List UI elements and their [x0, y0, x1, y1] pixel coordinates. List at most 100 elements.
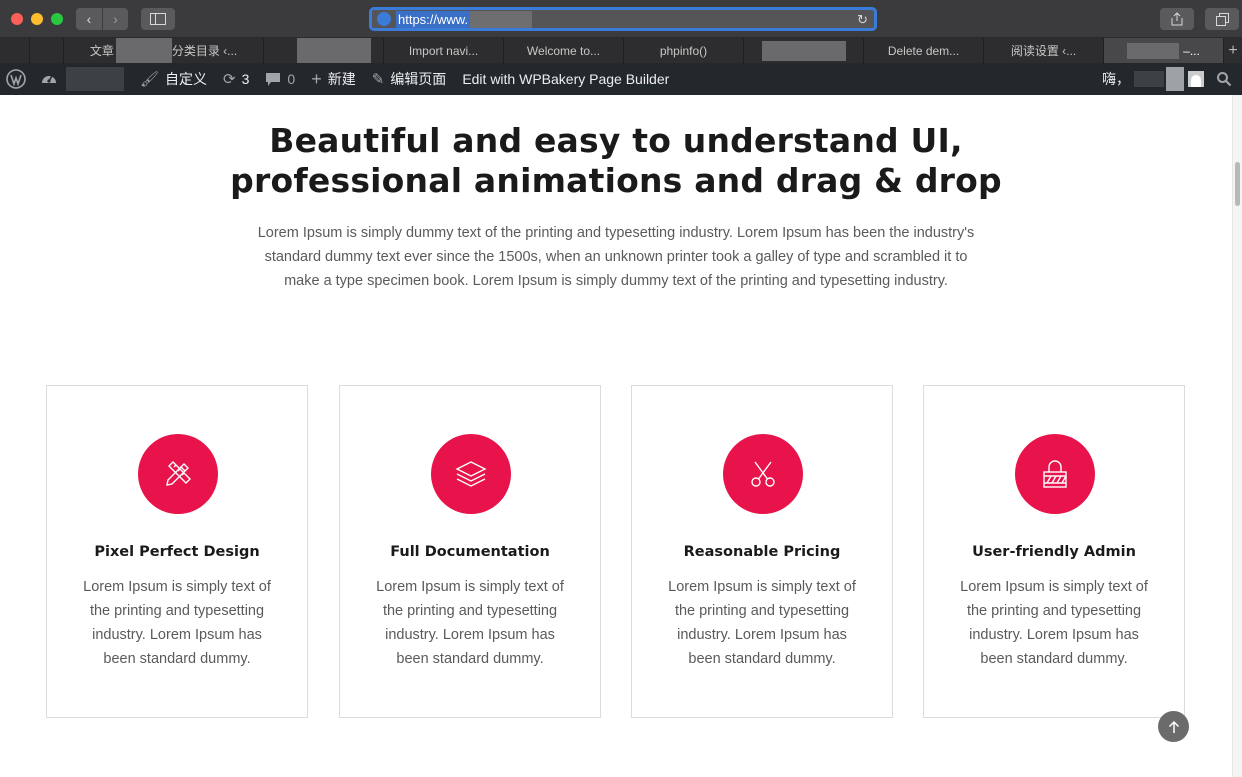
brush-icon: 🖌	[140, 71, 160, 88]
feature-description: Lorem Ipsum is simply text of the printi…	[960, 579, 1148, 667]
feature-card: User-friendly Admin Lorem Ipsum is simpl…	[923, 385, 1185, 718]
new-content-menu[interactable]: + 新建	[303, 63, 364, 95]
tab-label: phpinfo()	[659, 43, 708, 58]
tab[interactable]: 阅读设置 ‹...	[984, 38, 1104, 63]
tab[interactable]: phpinfo()	[624, 38, 744, 63]
new-tab-button[interactable]: +	[1224, 38, 1242, 63]
feature-card: Reasonable Pricing Lorem Ipsum is simply…	[631, 385, 893, 718]
back-to-top-button[interactable]	[1158, 711, 1189, 742]
show-tabs-button[interactable]	[1205, 8, 1239, 30]
feature-icon-circle	[431, 434, 511, 514]
back-button[interactable]: ‹	[76, 8, 102, 30]
tab[interactable]: Import navi...	[384, 38, 504, 63]
tab-label: 文章	[89, 44, 114, 58]
dashboard-icon	[42, 75, 56, 83]
wordpress-logo-icon	[6, 69, 26, 89]
feature-icon-circle	[138, 434, 218, 514]
tab[interactable]	[0, 38, 30, 63]
tab-label: Delete dem...	[887, 43, 960, 58]
reload-icon[interactable]: ↻	[857, 12, 868, 28]
wp-logo-menu[interactable]	[0, 63, 32, 95]
forward-button[interactable]: ›	[102, 8, 128, 30]
feature-title: User-friendly Admin	[972, 544, 1136, 560]
new-label: 新建	[327, 71, 356, 87]
url-text: https://www.	[396, 10, 471, 28]
search-button[interactable]	[1212, 63, 1242, 95]
plus-icon: +	[311, 68, 322, 89]
wpbakery-link[interactable]: Edit with WPBakery Page Builder	[454, 63, 677, 95]
feature-card: Full Documentation Lorem Ipsum is simply…	[339, 385, 601, 718]
customize-link[interactable]: 🖌 自定义	[132, 63, 215, 95]
minimize-window-button[interactable]	[31, 13, 43, 25]
tab-redacted	[296, 38, 371, 63]
dashboard-menu[interactable]	[32, 63, 132, 95]
chevron-left-icon: ‹	[86, 11, 92, 27]
sidebar-toggle-button[interactable]	[141, 8, 175, 30]
tab-redacted	[1127, 42, 1180, 59]
hero-title-line2: professional animations and drag & drop	[230, 161, 1002, 200]
updates-icon: ⟳	[223, 71, 236, 88]
edit-page-label: 编辑页面	[390, 71, 447, 87]
globe-icon	[377, 12, 391, 26]
customize-label: 自定义	[165, 71, 208, 87]
tab[interactable]	[264, 38, 384, 63]
tab-label: –...	[1183, 43, 1200, 58]
updates-link[interactable]: ⟳ 3	[215, 63, 257, 95]
tab-label: Welcome to...	[526, 43, 601, 58]
avatar	[1188, 71, 1204, 87]
feature-description: Lorem Ipsum is simply text of the printi…	[668, 579, 856, 667]
feature-title: Full Documentation	[390, 544, 550, 560]
updates-count: 3	[241, 71, 250, 87]
greeting-label: 嗨，	[1102, 71, 1130, 87]
address-bar[interactable]: https://www. ↻	[369, 7, 877, 31]
tab-label-suffix: 分类目录 ‹...	[171, 44, 238, 58]
lock-icon	[1043, 460, 1067, 488]
search-icon	[1217, 72, 1232, 87]
tab-label: Import navi...	[408, 43, 479, 58]
hero-title: Beautiful and easy to understand UI, pro…	[0, 121, 1232, 201]
tab-redacted	[761, 40, 846, 61]
my-account-menu[interactable]: 嗨，	[1102, 63, 1212, 95]
wp-admin-bar: 🖌 自定义 ⟳ 3 0 + 新建 ✎ 编辑页面 Edit with WPBake…	[0, 63, 1242, 95]
feature-description: Lorem Ipsum is simply text of the printi…	[376, 579, 564, 667]
tab-active[interactable]: –...	[1104, 38, 1224, 63]
feature-icon-circle	[723, 434, 803, 514]
page-scrollbar[interactable]	[1232, 95, 1242, 777]
scrollbar-thumb[interactable]	[1235, 162, 1240, 206]
browser-titlebar: ‹ › https://www. ↻	[0, 0, 1242, 38]
feature-description: Lorem Ipsum is simply text of the printi…	[83, 579, 271, 667]
sidebar-icon	[150, 13, 166, 25]
hero-title-line1: Beautiful and easy to understand UI,	[269, 121, 963, 160]
tab[interactable]: 文章 分类目录 ‹...	[64, 38, 264, 63]
tabs-overview-icon	[1215, 12, 1229, 26]
feature-title: Pixel Perfect Design	[94, 544, 260, 560]
feature-title: Reasonable Pricing	[683, 544, 841, 560]
tab-strip: 文章 分类目录 ‹... Import navi... Welcome to..…	[0, 38, 1242, 63]
tab-redacted	[115, 38, 172, 63]
pencil-ruler-icon	[166, 461, 191, 486]
tab-label: 阅读设置 ‹...	[1010, 44, 1077, 58]
comments-count: 0	[287, 71, 296, 87]
tab[interactable]: Welcome to...	[504, 38, 624, 63]
wpbakery-label: Edit with WPBakery Page Builder	[462, 71, 670, 87]
edit-page-link[interactable]: ✎ 编辑页面	[364, 63, 455, 95]
page-content: Beautiful and easy to understand UI, pro…	[0, 95, 1232, 777]
comments-link[interactable]: 0	[257, 63, 303, 95]
feature-icon-circle	[1015, 434, 1095, 514]
close-window-button[interactable]	[11, 13, 23, 25]
layers-icon	[455, 461, 487, 487]
tab[interactable]	[30, 38, 64, 63]
arrow-up-icon	[1168, 720, 1179, 733]
fullscreen-window-button[interactable]	[51, 13, 63, 25]
comment-icon	[266, 72, 281, 86]
tab[interactable]	[744, 38, 864, 63]
share-icon	[1171, 12, 1183, 26]
username-redacted	[1134, 71, 1164, 87]
username-redacted	[1166, 67, 1184, 91]
share-button[interactable]	[1160, 8, 1194, 30]
feature-card: Pixel Perfect Design Lorem Ipsum is simp…	[46, 385, 308, 718]
url-redacted	[470, 10, 533, 28]
pencil-icon: ✎	[371, 71, 385, 88]
tab[interactable]: Delete dem...	[864, 38, 984, 63]
account-area: 嗨，	[1102, 63, 1242, 95]
